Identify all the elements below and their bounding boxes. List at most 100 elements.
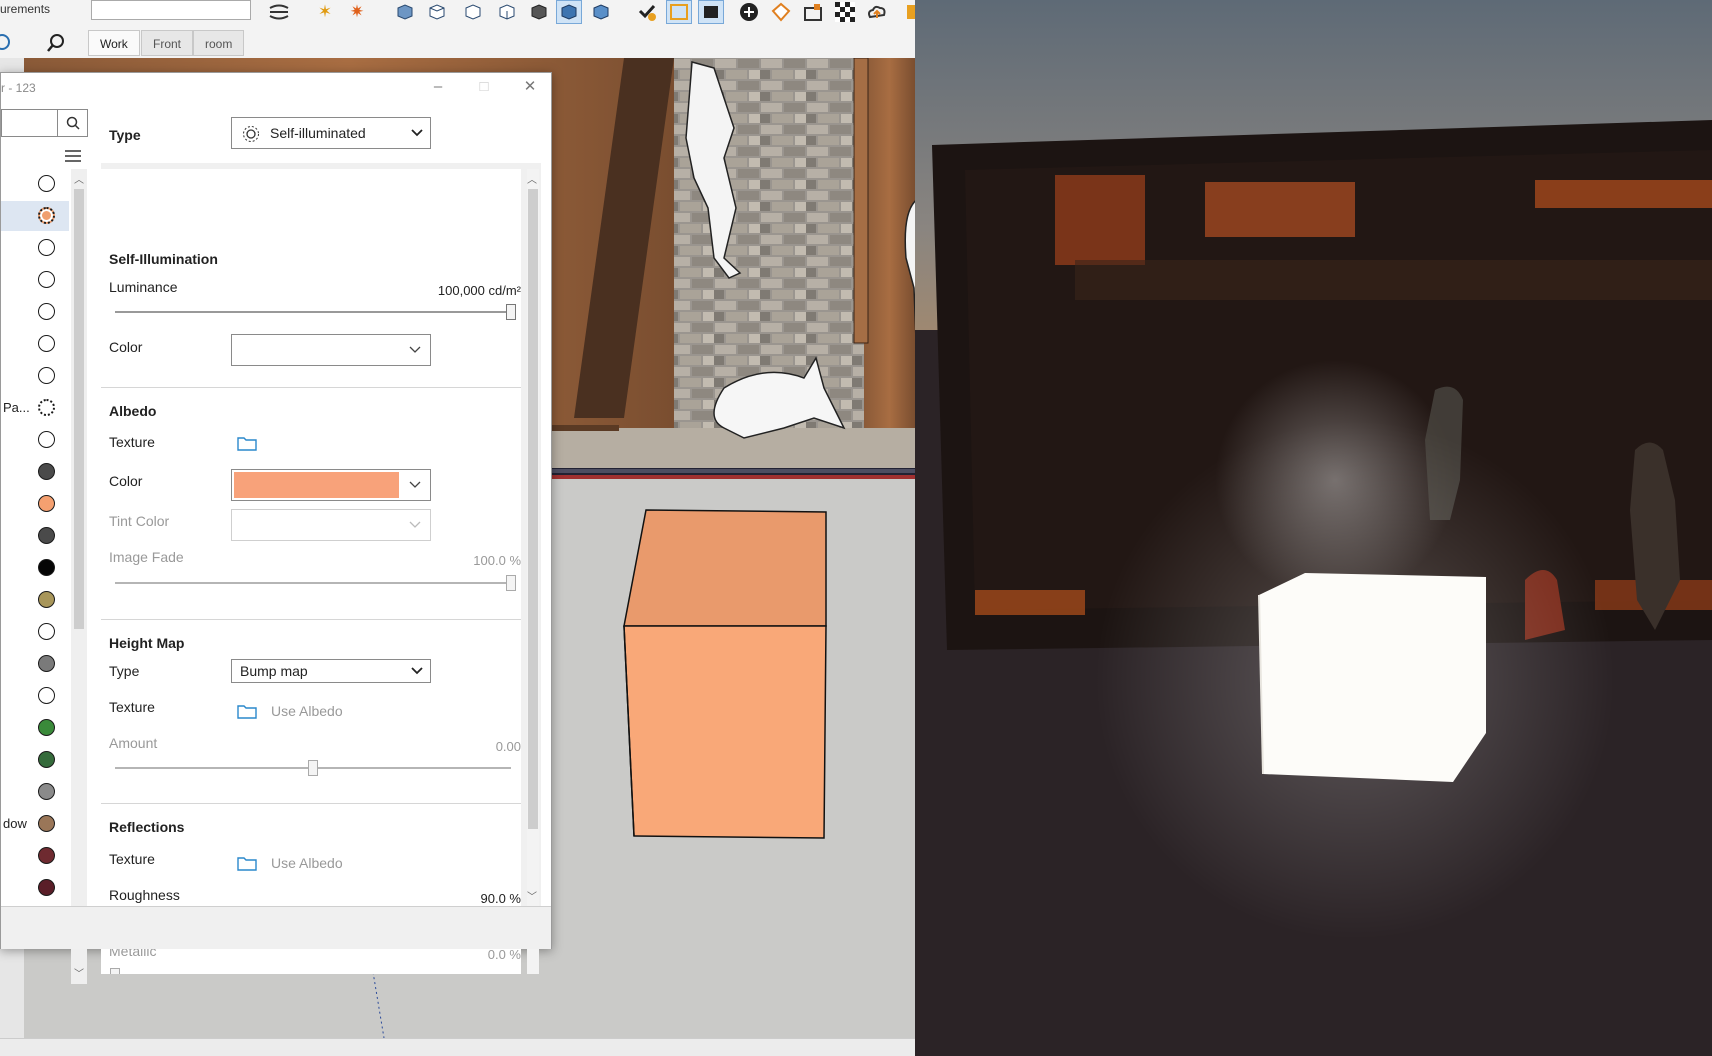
illumination-color-picker[interactable] bbox=[231, 334, 431, 366]
material-list-item[interactable] bbox=[1, 169, 69, 199]
more-icon[interactable] bbox=[898, 0, 915, 24]
material-list-scroll-thumb[interactable] bbox=[74, 189, 84, 629]
tab-front[interactable]: Front bbox=[141, 30, 194, 56]
image-fade-slider-track[interactable] bbox=[115, 582, 511, 584]
material-swatch bbox=[38, 847, 55, 864]
albedo-heading: Albedo bbox=[109, 403, 157, 419]
material-list-item[interactable] bbox=[1, 873, 69, 903]
close-button[interactable]: ✕ bbox=[515, 77, 545, 97]
scroll-down-icon[interactable]: ﹀ bbox=[527, 888, 537, 903]
add-location-icon[interactable] bbox=[736, 0, 762, 24]
back-view-icon[interactable] bbox=[526, 0, 552, 24]
material-swatch bbox=[38, 623, 55, 640]
orbit-icon[interactable] bbox=[0, 34, 14, 50]
shaded-view-icon[interactable] bbox=[556, 0, 582, 24]
albedo-color-picker[interactable] bbox=[231, 469, 431, 501]
metallic-slider-thumb[interactable] bbox=[110, 968, 120, 974]
luminance-slider-thumb[interactable] bbox=[506, 304, 516, 320]
material-list-item[interactable] bbox=[1, 681, 69, 711]
roughness-value: 90.0 % bbox=[480, 891, 521, 906]
right-view-icon[interactable] bbox=[494, 0, 520, 24]
swap-icon[interactable] bbox=[666, 0, 692, 24]
divider bbox=[101, 619, 521, 620]
measurements-input[interactable] bbox=[91, 0, 251, 20]
material-list-item[interactable] bbox=[1, 265, 69, 295]
scroll-up-icon[interactable]: ︿ bbox=[74, 171, 84, 186]
material-name: Pa... bbox=[3, 400, 30, 415]
sandbox-icon[interactable] bbox=[768, 0, 794, 24]
amount-slider-thumb[interactable] bbox=[308, 760, 318, 776]
material-list-item[interactable]: Pa... bbox=[1, 393, 69, 423]
material-list-item[interactable] bbox=[1, 585, 69, 615]
luminance-value: 100,000 cd/m² bbox=[437, 283, 521, 298]
wand-icon[interactable]: ✶ bbox=[312, 0, 338, 24]
minimize-button[interactable]: – bbox=[423, 77, 453, 97]
settings-scroll-thumb[interactable] bbox=[528, 189, 538, 829]
material-swatch bbox=[38, 495, 55, 512]
tint-color-label: Tint Color bbox=[109, 513, 170, 529]
camera-icon[interactable] bbox=[698, 0, 724, 24]
material-list-item[interactable] bbox=[1, 521, 69, 551]
material-swatch bbox=[38, 879, 55, 896]
measurements-label: urements bbox=[0, 2, 51, 16]
material-list-item[interactable] bbox=[1, 489, 69, 519]
albedo-texture-folder-icon[interactable] bbox=[237, 435, 257, 456]
material-list-item[interactable] bbox=[1, 329, 69, 359]
material-list-item[interactable] bbox=[1, 649, 69, 679]
render-preview bbox=[915, 0, 1712, 1056]
maximize-button[interactable]: □ bbox=[469, 77, 499, 97]
material-swatch bbox=[38, 207, 55, 224]
iso-view-icon[interactable] bbox=[392, 0, 418, 24]
material-properties: Self-Illumination Luminance 100,000 cd/m… bbox=[101, 169, 521, 974]
tint-color-picker[interactable] bbox=[231, 509, 431, 541]
material-list-item[interactable] bbox=[1, 233, 69, 263]
list-menu-icon[interactable] bbox=[63, 149, 83, 163]
tape-measure-icon[interactable] bbox=[266, 0, 292, 24]
material-list-item[interactable] bbox=[1, 777, 69, 807]
material-list-item[interactable] bbox=[1, 617, 69, 647]
warehouse-icon[interactable] bbox=[800, 0, 826, 24]
luminance-slider-track[interactable] bbox=[115, 311, 511, 313]
scroll-up-icon[interactable]: ︿ bbox=[527, 171, 537, 186]
illumination-color-swatch bbox=[234, 337, 399, 363]
height-map-folder-icon[interactable] bbox=[237, 703, 257, 724]
illumination-color-label: Color bbox=[109, 339, 143, 355]
roughness-label: Roughness bbox=[109, 887, 180, 903]
material-type-select[interactable]: Self-illuminated bbox=[231, 117, 431, 149]
top-view-icon[interactable] bbox=[424, 0, 450, 24]
material-swatch bbox=[38, 367, 55, 384]
material-list-item[interactable] bbox=[1, 745, 69, 775]
material-list-item[interactable] bbox=[1, 713, 69, 743]
upload-icon[interactable] bbox=[864, 0, 890, 24]
left-view-icon[interactable] bbox=[588, 0, 614, 24]
search-icon[interactable] bbox=[45, 32, 67, 54]
front-view-icon[interactable] bbox=[460, 0, 486, 24]
material-list-item[interactable]: dow bbox=[1, 809, 69, 839]
material-list-item[interactable] bbox=[1, 553, 69, 583]
search-button[interactable] bbox=[58, 109, 88, 137]
chevron-down-icon bbox=[411, 667, 423, 675]
material-list-item[interactable] bbox=[1, 457, 69, 487]
height-map-type-select[interactable]: Bump map bbox=[231, 659, 431, 683]
material-list-item[interactable] bbox=[1, 201, 69, 231]
material-search-input[interactable] bbox=[1, 109, 58, 137]
tab-room[interactable]: room bbox=[193, 30, 245, 56]
image-fade-slider-thumb[interactable] bbox=[506, 575, 516, 591]
render-image bbox=[915, 0, 1712, 1056]
modeling-app: urements ✶ ✷ Work Front room r - 123 – □… bbox=[0, 0, 915, 1056]
material-swatch bbox=[38, 527, 55, 544]
height-map-type-value: Bump map bbox=[240, 663, 308, 679]
wand-star-icon[interactable]: ✷ bbox=[344, 0, 370, 24]
material-list-item[interactable] bbox=[1, 841, 69, 871]
material-list-item[interactable] bbox=[1, 297, 69, 327]
material-list-item[interactable] bbox=[1, 361, 69, 391]
height-map-texture-value: Use Albedo bbox=[271, 703, 343, 719]
tab-work[interactable]: Work bbox=[88, 30, 140, 56]
scroll-down-icon[interactable]: ﹀ bbox=[74, 965, 84, 980]
material-list-item[interactable] bbox=[1, 425, 69, 455]
location-check-icon[interactable] bbox=[634, 0, 660, 24]
reflections-folder-icon[interactable] bbox=[237, 855, 257, 876]
editor-footer bbox=[1, 906, 551, 949]
checker-icon[interactable] bbox=[832, 0, 858, 24]
material-editor-dialog: r - 123 – □ ✕ Pa... dow ︿ ﹀ Type Self-ill… bbox=[0, 72, 552, 984]
